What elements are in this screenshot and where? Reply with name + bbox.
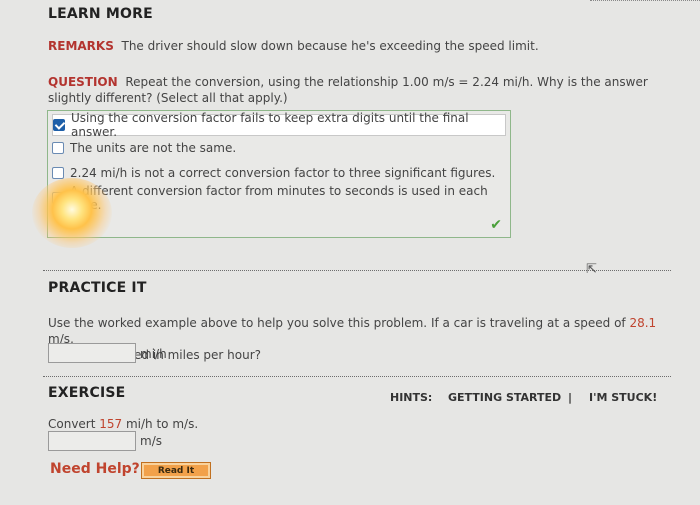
remarks-line: REMARKS The driver should slow down beca… xyxy=(48,38,539,54)
question-line2: slightly different? (Select all that app… xyxy=(48,91,288,105)
option-4[interactable]: A different conversion factor from minut… xyxy=(52,184,510,212)
top-divider xyxy=(590,0,700,1)
im-stuck-link[interactable]: I'M STUCK! xyxy=(589,391,657,404)
option-3-label: 2.24 mi/h is not a correct conversion fa… xyxy=(70,166,496,180)
exercise-answer-input[interactable] xyxy=(48,431,136,451)
practice-speed-value: 28.1 xyxy=(629,316,657,330)
exercise-unit: m/s xyxy=(140,434,162,448)
option-2-label: The units are not the same. xyxy=(70,141,237,155)
exercise-value: 157 xyxy=(99,417,123,431)
practice-line1-pre: Use the worked example above to help you… xyxy=(48,316,630,330)
practice-answer-input[interactable] xyxy=(48,343,136,363)
hints-separator: | xyxy=(568,391,573,404)
practice-heading: PRACTICE IT xyxy=(48,280,147,296)
checkbox-checked[interactable] xyxy=(53,119,65,131)
getting-started-link[interactable]: GETTING STARTED xyxy=(448,391,561,404)
exercise-prompt-pre: Convert xyxy=(48,417,100,431)
option-3[interactable]: 2.24 mi/h is not a correct conversion fa… xyxy=(52,163,495,183)
remarks-label: REMARKS xyxy=(48,39,114,53)
light-glare xyxy=(32,178,112,248)
option-1-label: Using the conversion factor fails to kee… xyxy=(71,111,469,139)
learn-more-heading: LEARN MORE xyxy=(48,6,153,22)
checkbox-unchecked[interactable] xyxy=(52,142,64,154)
exercise-prompt: Convert 157 mi/h to m/s. xyxy=(48,416,198,432)
need-help-label: Need Help? xyxy=(50,461,140,477)
question-label: QUESTION xyxy=(48,75,118,89)
section-divider xyxy=(43,376,671,377)
option-4-label: A different conversion factor from minut… xyxy=(70,184,488,212)
option-2[interactable]: The units are not the same. xyxy=(52,138,236,158)
read-it-button[interactable]: Read It xyxy=(141,462,211,479)
exercise-prompt-post: mi/h to m/s. xyxy=(122,417,199,431)
remarks-text: The driver should slow down because he's… xyxy=(121,39,539,53)
checkbox-unchecked[interactable] xyxy=(52,167,64,179)
correct-check-icon: ✔ xyxy=(490,217,502,233)
section-divider xyxy=(43,270,671,271)
question-text: QUESTION Repeat the conversion, using th… xyxy=(48,74,658,106)
question-line1: Repeat the conversion, using the relatio… xyxy=(125,75,648,89)
practice-unit: mi/h xyxy=(140,347,167,361)
hints-label: HINTS: xyxy=(390,391,433,404)
option-1[interactable]: Using the conversion factor fails to kee… xyxy=(52,111,506,139)
answer-options-box: Using the conversion factor fails to kee… xyxy=(47,110,511,238)
exercise-heading: EXERCISE xyxy=(48,385,126,401)
mouse-cursor-icon: ⇱ xyxy=(586,262,597,277)
